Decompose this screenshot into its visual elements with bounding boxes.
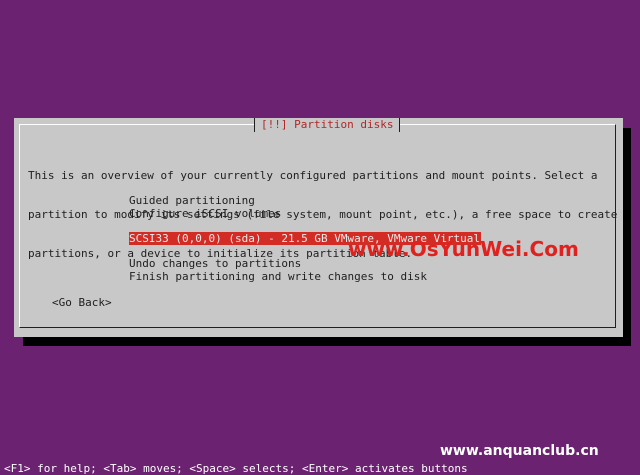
go-back-button[interactable]: <Go Back> [52,296,112,309]
menu-item-configure-iscsi[interactable]: Configure iSCSI volumes [129,207,489,220]
intro-line: This is an overview of your currently co… [28,169,598,182]
menu-item-guided-partitioning[interactable]: Guided partitioning [129,194,489,207]
watermark-anquanclub: www.anquanclub.cn [440,443,599,459]
help-status-bar: <F1> for help; <Tab> moves; <Space> sele… [4,462,468,475]
dialog-title: [!!] Partition disks [254,118,401,132]
watermark-osyunwei: www.OsYunWei.Com [348,237,579,261]
menu-spacer [129,220,489,232]
menu-item-finish-partitioning[interactable]: Finish partitioning and write changes to… [129,270,489,283]
partition-dialog: [!!] Partition disks This is an overview… [14,118,623,337]
